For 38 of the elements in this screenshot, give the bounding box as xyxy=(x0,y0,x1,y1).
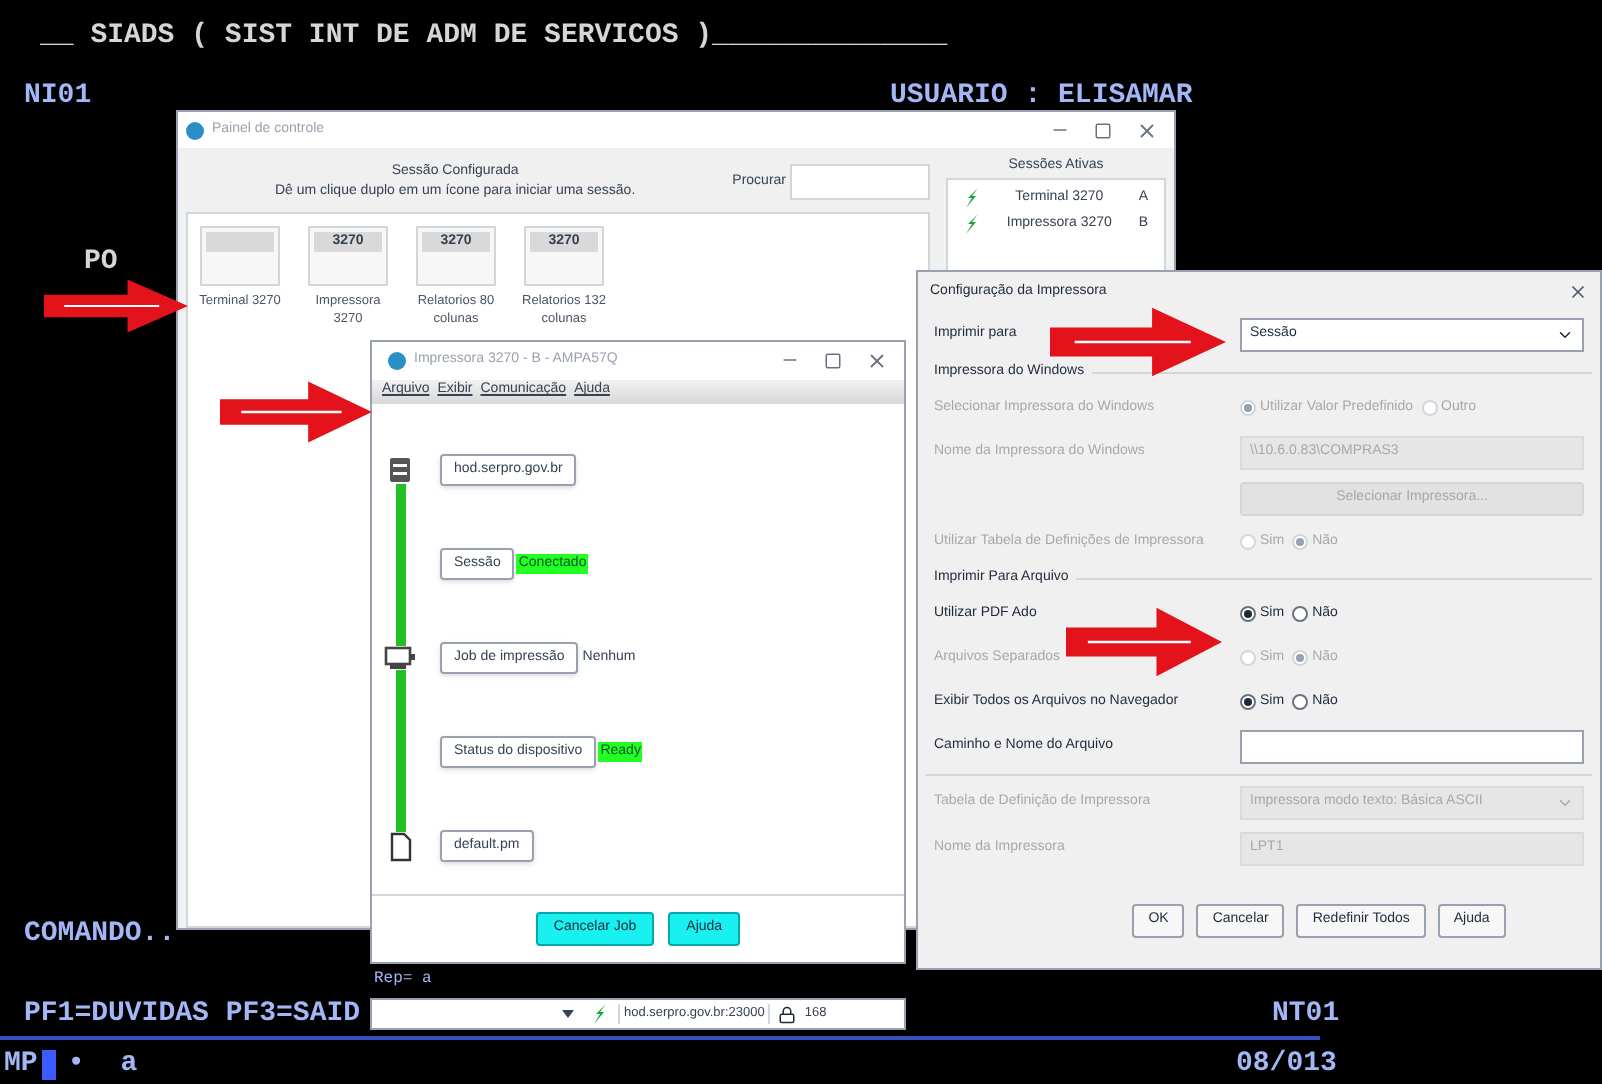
caret-icon xyxy=(1556,794,1574,812)
lightning-icon xyxy=(592,1004,608,1024)
user-label: USUARIO : ELISAMAR xyxy=(890,78,1193,116)
system-id: NI01 xyxy=(24,78,92,116)
printer-icon xyxy=(384,646,416,671)
text-cursor xyxy=(41,1050,56,1080)
command-label: COMANDO.. xyxy=(24,916,176,954)
caret-icon xyxy=(1556,326,1574,344)
app-icon xyxy=(186,121,204,139)
text-field[interactable] xyxy=(1240,730,1584,764)
maximize-icon[interactable] xyxy=(1094,121,1112,139)
lightning-icon xyxy=(964,214,980,235)
cursor-position: 08/013 xyxy=(1236,1046,1337,1084)
radio-button[interactable] xyxy=(1292,606,1309,622)
lock-icon xyxy=(778,1005,797,1023)
status-code: MP xyxy=(4,1046,38,1084)
document-icon xyxy=(389,831,411,862)
terminal-icon xyxy=(200,226,280,286)
status-bullet: • xyxy=(67,1046,85,1084)
maximize-icon[interactable] xyxy=(824,351,842,370)
close-icon[interactable] xyxy=(1568,282,1588,302)
radio-button[interactable] xyxy=(1240,606,1256,622)
field-label: PO xyxy=(84,244,118,282)
status-mark: a xyxy=(120,1046,138,1084)
caret-icon xyxy=(562,1010,574,1018)
lightning-icon xyxy=(964,187,980,208)
radio-button[interactable] xyxy=(1240,694,1256,710)
server-icon xyxy=(388,456,412,485)
search-field[interactable] xyxy=(790,164,930,200)
close-icon[interactable] xyxy=(1136,119,1158,141)
terminal-id: NT01 xyxy=(1272,996,1340,1034)
caption-text: Rep= a xyxy=(374,968,432,992)
radio-button[interactable] xyxy=(1292,694,1309,710)
app-icon xyxy=(388,351,406,370)
close-icon[interactable] xyxy=(866,349,888,372)
arrow-icon xyxy=(1066,607,1222,677)
function-keys: PF1=DUVIDAS PF3=SAID xyxy=(24,994,361,1036)
screen-title: __ SIADS ( SIST INT DE ADM DE SERVICOS )______________ xyxy=(40,18,948,56)
